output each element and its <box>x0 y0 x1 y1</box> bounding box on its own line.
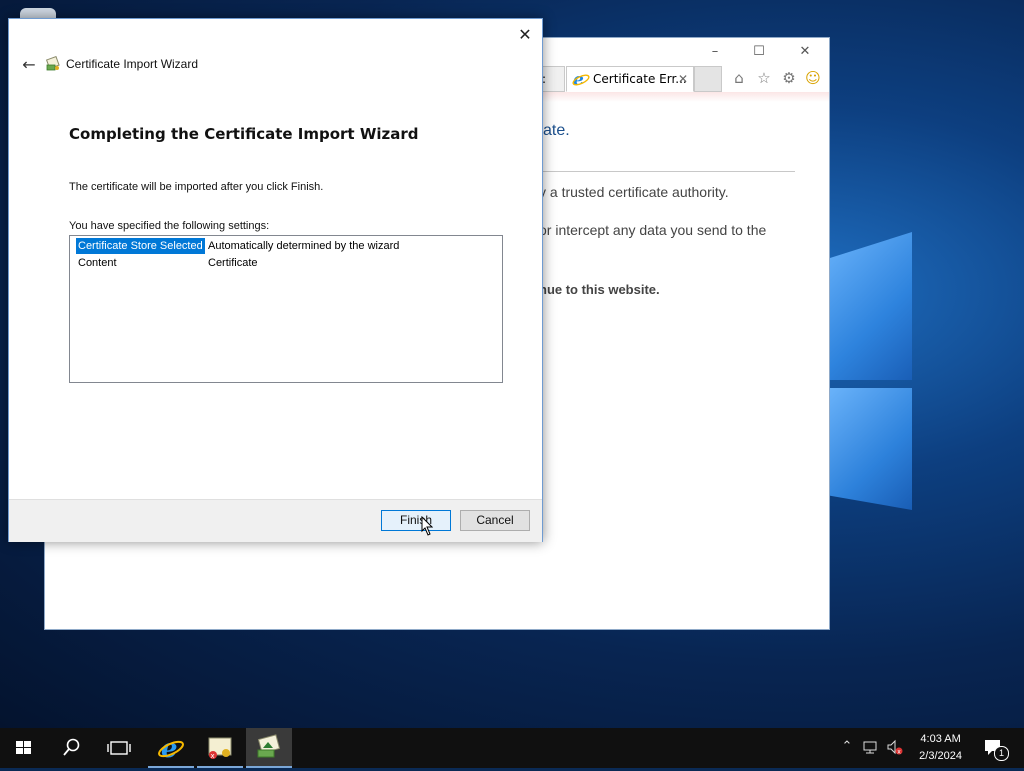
search-button[interactable] <box>48 728 94 768</box>
certificate-error-icon: x <box>208 737 232 760</box>
back-arrow-icon[interactable]: ← <box>17 55 41 75</box>
volume-muted-icon[interactable]: x <box>886 738 904 756</box>
ie-tab-label: Certificate Err... <box>593 72 687 86</box>
network-icon[interactable] <box>862 738 880 756</box>
search-icon <box>63 738 80 756</box>
ie-tab-certificate-error[interactable]: e Certificate Err... ✕ <box>566 66 694 92</box>
windows-logo-pane <box>828 388 912 510</box>
home-icon[interactable]: ⌂ <box>729 68 749 88</box>
gear-icon[interactable]: ⚙ <box>779 68 799 88</box>
mouse-cursor-icon <box>421 515 434 536</box>
settings-key: Content <box>78 257 117 269</box>
smiley-feedback-icon[interactable]: ☺ <box>803 68 823 88</box>
error-text-line: or intercept any data you send to the <box>539 222 767 238</box>
error-text-line: y a trusted certificate authority. <box>539 184 729 200</box>
notification-count-badge: 1 <box>994 746 1009 761</box>
task-view-icon <box>107 741 131 755</box>
settings-label: You have specified the following setting… <box>69 220 270 232</box>
page-heading: Completing the Certificate Import Wizard <box>69 125 419 143</box>
settings-list[interactable]: Certificate Store Selected Automatically… <box>69 235 503 383</box>
dialog-title: Certificate Import Wizard <box>66 57 199 71</box>
minimize-icon[interactable]: – <box>701 42 729 62</box>
settings-value: Certificate <box>208 257 258 269</box>
cancel-button[interactable]: Cancel <box>460 510 530 531</box>
divider <box>543 171 795 172</box>
action-center-button[interactable]: 1 <box>983 738 1009 761</box>
continue-link-fragment[interactable]: nue to this website. <box>539 282 660 297</box>
certificate-import-wizard-dialog[interactable]: ✕ ← Certificate Import Wizard Completing… <box>8 18 543 542</box>
taskbar-internet-explorer[interactable]: e <box>148 728 194 768</box>
certificate-import-icon <box>257 734 281 758</box>
desktop: – ☐ ✕ : e Certificate Err... ✕ ⌂ ☆ ⚙ ☺ a… <box>0 0 1024 728</box>
dialog-footer: Finish Cancel <box>9 499 542 542</box>
system-clock[interactable]: 4:03 AM 2/3/2024 <box>919 731 962 765</box>
clock-date: 2/3/2024 <box>919 750 962 762</box>
ie-logo-icon: e <box>158 734 184 764</box>
finish-button[interactable]: Finish <box>381 510 451 531</box>
tab-close-icon[interactable]: ✕ <box>678 67 688 91</box>
clock-time: 4:03 AM <box>920 733 961 745</box>
start-button[interactable] <box>0 728 46 768</box>
settings-value: Automatically determined by the wizard <box>208 240 400 252</box>
settings-key: Certificate Store Selected <box>76 238 205 254</box>
task-view-button[interactable] <box>96 728 142 768</box>
taskbar: e x ⌃ x 4:03 AM 2/3/2024 1 <box>0 728 1024 768</box>
info-text: The certificate will be imported after y… <box>69 181 324 193</box>
windows-logo-pane <box>828 232 912 380</box>
chevron-up-icon[interactable]: ⌃ <box>838 738 856 756</box>
certificate-icon <box>45 55 61 72</box>
windows-start-icon <box>16 741 31 754</box>
taskbar-certificate-manager[interactable]: x <box>197 728 243 768</box>
favorites-star-icon[interactable]: ☆ <box>754 68 774 88</box>
svg-text:e: e <box>161 734 178 764</box>
close-icon[interactable]: ✕ <box>791 42 819 62</box>
svg-text:x: x <box>897 749 901 756</box>
maximize-icon[interactable]: ☐ <box>745 42 773 62</box>
error-title-fragment: ate. <box>543 122 570 139</box>
svg-text:x: x <box>211 752 215 760</box>
ie-logo-icon: e <box>572 70 590 90</box>
taskbar-certificate-import-wizard[interactable] <box>246 728 292 768</box>
new-tab-button[interactable] <box>694 66 722 92</box>
close-icon[interactable]: ✕ <box>514 25 536 45</box>
